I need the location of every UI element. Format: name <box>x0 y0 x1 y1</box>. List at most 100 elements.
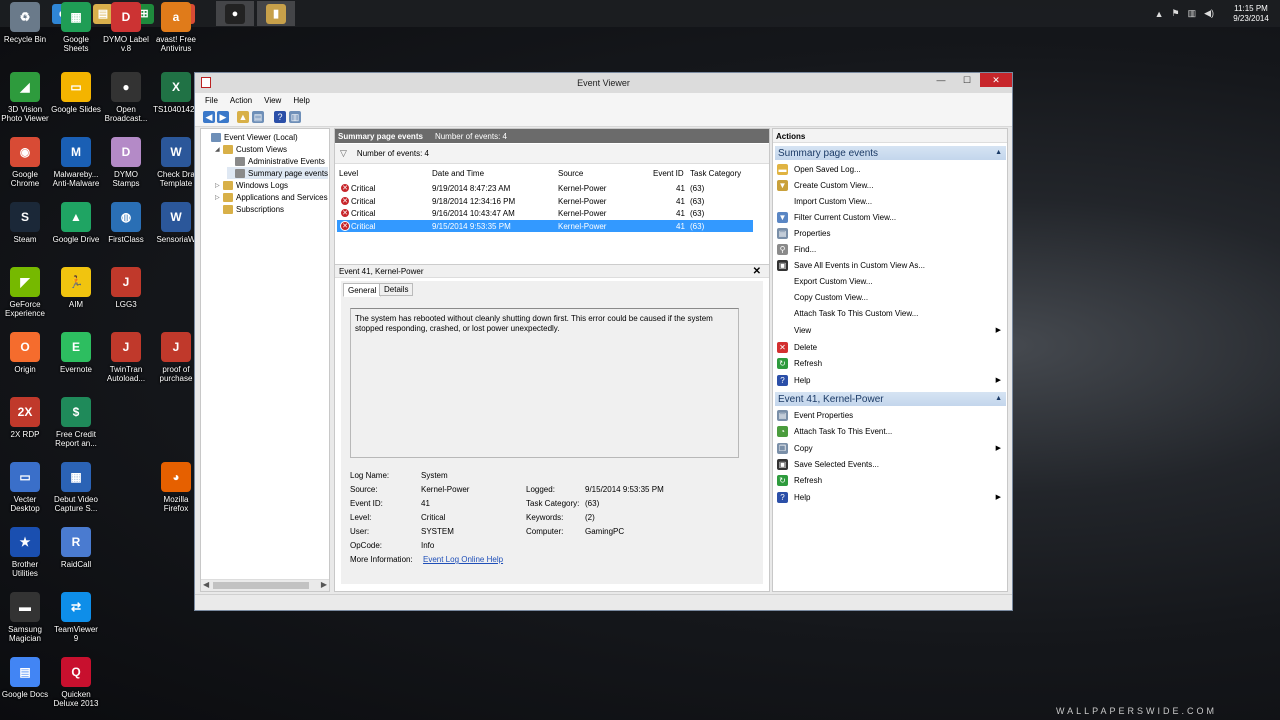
tree-item-windows-logs[interactable]: ▷ Windows Logs <box>215 179 288 191</box>
title-bar[interactable]: Event Viewer — ☐ ✕ <box>195 73 1012 93</box>
desktop-icon-origin[interactable]: O Origin <box>0 332 53 374</box>
table-row[interactable]: ✕ Critical 9/18/2014 12:34:16 PM Kernel-Pow… <box>337 195 753 207</box>
tab-general[interactable]: General <box>343 283 382 297</box>
action-pane-icon[interactable]: ▥ <box>289 111 301 123</box>
action-open-saved-log[interactable]: ▬ Open Saved Log... <box>777 162 1003 176</box>
tree-item-event-viewer-local[interactable]: Event Viewer (Local) <box>203 131 298 143</box>
network-icon[interactable]: ▥ <box>1188 8 1197 19</box>
desktop-icon-3d-vision[interactable]: ◢ 3D Vision Photo Viewer <box>0 72 53 123</box>
flag-icon[interactable]: ⚑ <box>1171 8 1179 19</box>
scrollbar-thumb[interactable] <box>213 582 309 589</box>
desktop-icon-open[interactable]: ● Open Broadcast... <box>98 72 154 123</box>
desktop-icon-recycle-bin[interactable]: ♻ Recycle Bin <box>0 2 53 44</box>
forward-icon[interactable]: ▶ <box>217 111 229 123</box>
action-help[interactable]: ? Help ▶ <box>777 373 1003 387</box>
obs-taskbar[interactable]: ● <box>216 1 254 26</box>
action-attach-task-to-this-event[interactable]: ◔ Attach Task To This Event... <box>777 424 1003 438</box>
tree-item-applications-and-services-lo[interactable]: ▷ Applications and Services Lo <box>215 191 329 203</box>
action-save-selected-events[interactable]: ▣ Save Selected Events... <box>777 457 1003 471</box>
menu-view[interactable]: View <box>258 96 287 105</box>
menu-action[interactable]: Action <box>224 96 258 105</box>
action-refresh[interactable]: ↻ Refresh <box>777 473 1003 487</box>
column-header-event-id[interactable]: Event ID <box>653 169 684 178</box>
table-row[interactable]: ✕ Critical 9/19/2014 8:47:23 AM Kernel-Powe… <box>337 182 753 194</box>
desktop-icon-malwareby[interactable]: M Malwareby... Anti-Malware <box>48 137 104 188</box>
minimize-button[interactable]: — <box>928 73 954 87</box>
event-message[interactable]: The system has rebooted without cleanly … <box>350 308 739 458</box>
action-attach-task-to-this-custom-view[interactable]: Attach Task To This Custom View... <box>777 306 1003 320</box>
desktop-icon-firstclass[interactable]: ◍ FirstClass <box>98 202 154 244</box>
desktop-icon-dymo-label[interactable]: D DYMO Label v.8 <box>98 2 154 53</box>
desktop-icon-aim[interactable]: 🏃 AIM <box>48 267 104 309</box>
collapse-icon[interactable]: ▲ <box>995 395 1002 402</box>
desktop-icon-google-docs[interactable]: ▤ Google Docs <box>0 657 53 699</box>
tree-horizontal-scrollbar[interactable]: ◀ ▶ <box>201 579 329 591</box>
desktop-icon-raidcall[interactable]: R RaidCall <box>48 527 104 569</box>
column-header-date[interactable]: Date and Time <box>432 169 484 178</box>
desktop-icon-avast-free[interactable]: a avast! Free Antivirus <box>148 2 204 53</box>
clock[interactable]: 11:15 PM 9/23/2014 <box>1222 4 1280 24</box>
desktop-icon-quicken[interactable]: Q Quicken Deluxe 2013 <box>48 657 104 708</box>
volume-icon[interactable]: ◀) <box>1204 8 1214 19</box>
up-folder-icon[interactable]: ▲ <box>237 111 249 123</box>
table-row[interactable]: ✕ Critical 9/15/2014 9:53:35 PM Kernel-Powe… <box>337 220 753 233</box>
desktop-icon-evernote[interactable]: E Evernote <box>48 332 104 374</box>
scroll-right-icon[interactable]: ▶ <box>321 580 327 589</box>
action-copy[interactable]: ❐ Copy ▶ <box>777 441 1003 455</box>
action-properties[interactable]: ▤ Properties <box>777 226 1003 240</box>
action-help[interactable]: ? Help ▶ <box>777 490 1003 504</box>
desktop-icon-dymo[interactable]: D DYMO Stamps <box>98 137 154 188</box>
action-refresh[interactable]: ↻ Refresh <box>777 356 1003 370</box>
desktop-icon-steam[interactable]: S Steam <box>0 202 53 244</box>
event-viewer-taskbar[interactable]: ▮ <box>257 1 295 26</box>
back-icon[interactable]: ◀ <box>203 111 215 123</box>
desktop-icon-geforce[interactable]: ◤ GeForce Experience <box>0 267 53 318</box>
desktop-icon-google[interactable]: ◉ Google Chrome <box>0 137 53 188</box>
close-button[interactable]: ✕ <box>980 73 1012 87</box>
tree-item-administrative-events[interactable]: Administrative Events <box>227 155 325 167</box>
column-header-level[interactable]: Level <box>339 169 358 178</box>
menu-help[interactable]: Help <box>287 96 315 105</box>
desktop-icon-teamviewer[interactable]: ⇄ TeamViewer 9 <box>48 592 104 643</box>
action-import-custom-view[interactable]: Import Custom View... <box>777 194 1003 208</box>
desktop-icon-google[interactable]: ▦ Google Sheets <box>48 2 104 53</box>
desktop-icon-google-slides[interactable]: ▭ Google Slides <box>48 72 104 114</box>
action-find[interactable]: ⚲ Find... <box>777 242 1003 256</box>
event-log-online-help-link[interactable]: Event Log Online Help <box>423 555 503 564</box>
expand-icon[interactable]: ▷ <box>215 194 223 201</box>
action-export-custom-view[interactable]: Export Custom View... <box>777 274 1003 288</box>
actions-section-event[interactable]: Event 41, Kernel-Power ▲ <box>775 392 1006 406</box>
scroll-left-icon[interactable]: ◀ <box>203 580 209 589</box>
collapse-icon[interactable]: ▲ <box>995 149 1002 156</box>
expand-icon[interactable]: ▷ <box>215 182 223 189</box>
desktop-icon-vecter[interactable]: ▭ Vecter Desktop <box>0 462 53 513</box>
action-create-custom-view[interactable]: ▼ Create Custom View... <box>777 178 1003 192</box>
desktop-icon-twintran[interactable]: J TwinTran Autoload... <box>98 332 154 383</box>
desktop-icon-debut-video[interactable]: ▦ Debut Video Capture S... <box>48 462 104 513</box>
action-event-properties[interactable]: ▤ Event Properties <box>777 408 1003 422</box>
maximize-button[interactable]: ☐ <box>954 73 980 87</box>
desktop-icon-free-credit[interactable]: $ Free Credit Report an... <box>48 397 104 448</box>
tree-item-subscriptions[interactable]: Subscriptions <box>215 203 284 215</box>
tree-item-custom-views[interactable]: ◢ Custom Views <box>215 143 287 155</box>
menu-file[interactable]: File <box>195 96 224 105</box>
column-header-task-category[interactable]: Task Category <box>690 169 741 178</box>
action-filter-current-custom-view[interactable]: ▼ Filter Current Custom View... <box>777 210 1003 224</box>
desktop-icon-google-drive[interactable]: ▲ Google Drive <box>48 202 104 244</box>
help-icon[interactable]: ? <box>274 111 286 123</box>
column-header-source[interactable]: Source <box>558 169 583 178</box>
chevron-up-icon[interactable]: ▲ <box>1155 9 1164 19</box>
close-icon[interactable]: ✕ <box>753 266 761 277</box>
tab-details[interactable]: Details <box>379 283 414 296</box>
expand-icon[interactable]: ◢ <box>215 146 223 153</box>
desktop-icon-2x-rdp[interactable]: 2X 2X RDP <box>0 397 53 439</box>
actions-section-summary[interactable]: Summary page events ▲ <box>775 146 1006 160</box>
console-tree-icon[interactable]: ▤ <box>252 111 264 123</box>
desktop-icon-lgg3[interactable]: J LGG3 <box>98 267 154 309</box>
tree-item-summary-page-events[interactable]: Summary page events <box>227 167 329 179</box>
desktop-icon-brother[interactable]: ★ Brother Utilities <box>0 527 53 578</box>
action-delete[interactable]: ✕ Delete <box>777 340 1003 354</box>
action-copy-custom-view[interactable]: Copy Custom View... <box>777 290 1003 304</box>
action-save-all-events-in-custom-view-as[interactable]: ▣ Save All Events in Custom View As... <box>777 258 1003 272</box>
table-row[interactable]: ✕ Critical 9/16/2014 10:43:47 AM Kernel-Pow… <box>337 207 753 219</box>
